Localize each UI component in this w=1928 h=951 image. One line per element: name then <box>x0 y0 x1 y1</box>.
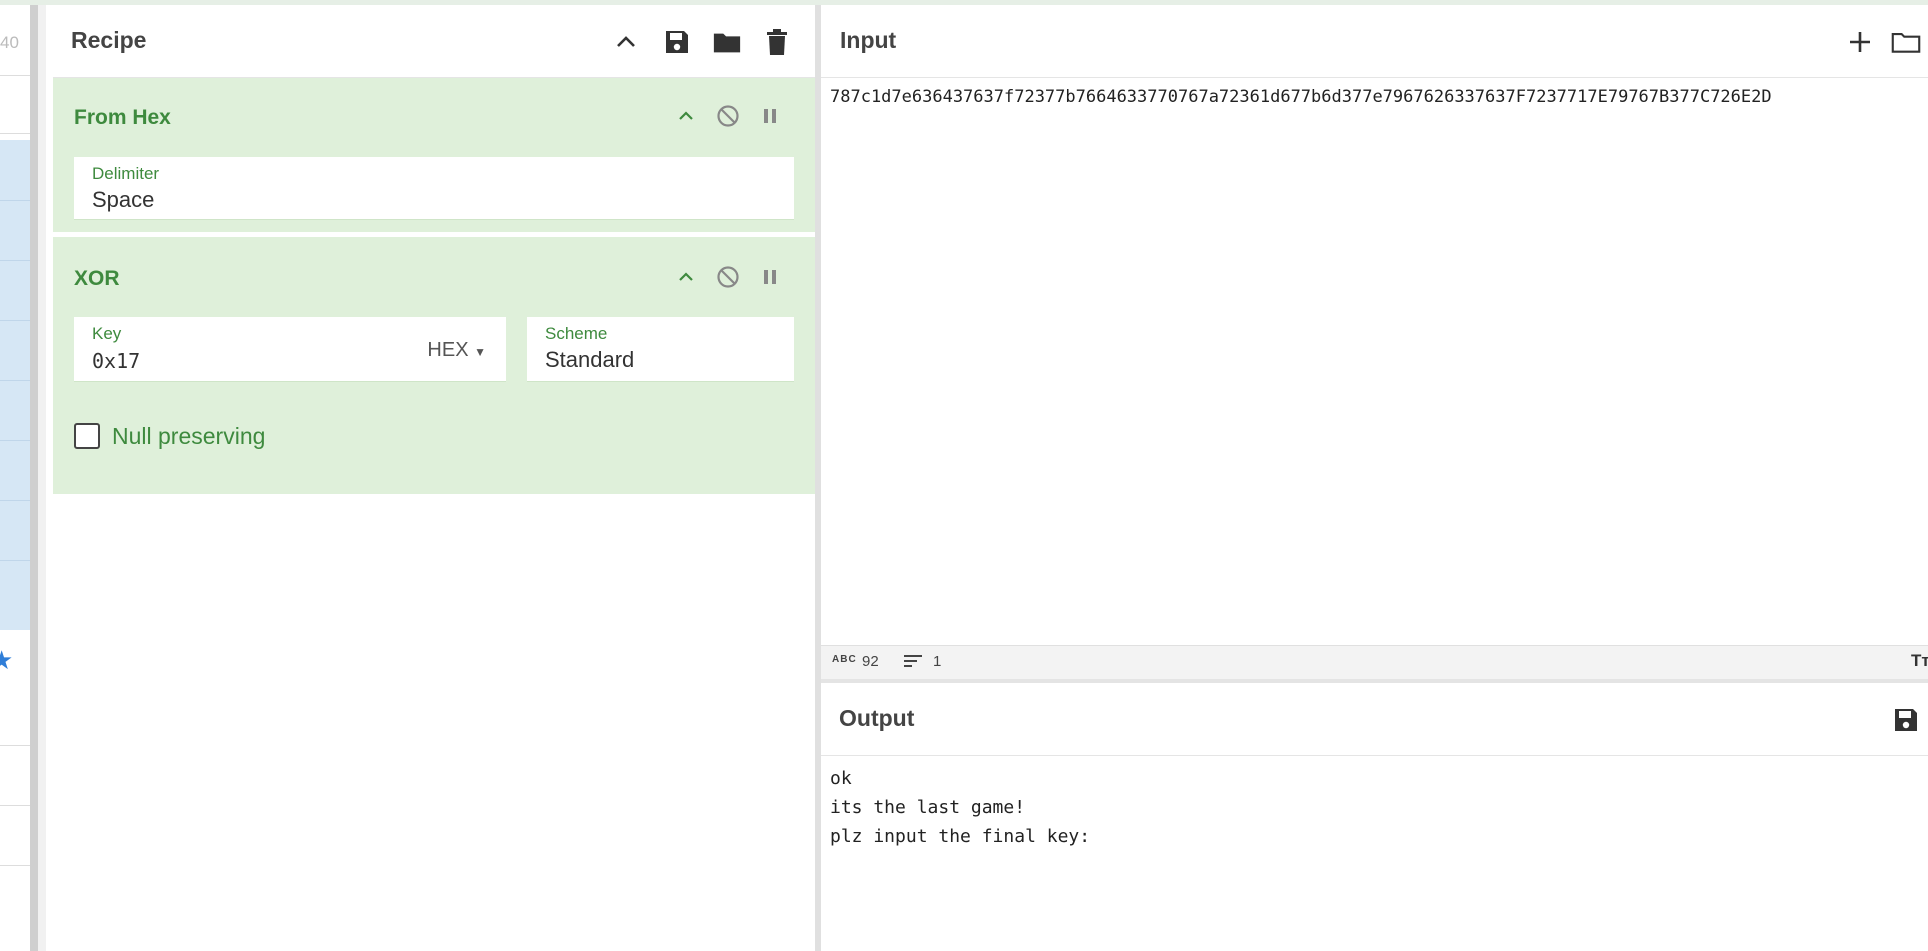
collapse-op-button[interactable] <box>673 264 699 290</box>
input-lines: 1 <box>933 653 942 670</box>
key-format-label: HEX <box>427 339 469 361</box>
pause-icon <box>764 109 776 123</box>
null-preserving-checkbox[interactable] <box>74 423 100 449</box>
null-preserving-label[interactable]: Null preserving <box>112 423 265 450</box>
save-output-button[interactable] <box>1891 705 1921 735</box>
disable-icon <box>717 266 739 288</box>
operation-from-hex[interactable]: From Hex Delimiter Space <box>53 78 815 232</box>
input-length: 92 <box>862 653 879 670</box>
folder-icon <box>1891 33 1921 53</box>
key-format-dropdown[interactable]: HEX ▼ <box>427 339 486 362</box>
pause-icon <box>764 270 776 284</box>
disable-op-button[interactable] <box>715 264 741 290</box>
output-header: Output <box>821 683 1928 756</box>
chevron-up-icon <box>679 111 693 120</box>
save-icon <box>1895 709 1917 731</box>
length-icon: ABC <box>832 654 857 665</box>
chevron-up-icon <box>679 272 693 281</box>
trash-icon <box>767 29 787 55</box>
field-label: Delimiter <box>92 164 160 183</box>
recipe-panel: Recipe From Hex Delimiter Space XOR Key … <box>53 5 815 951</box>
lines-icon <box>903 652 923 670</box>
save-icon <box>666 31 688 53</box>
open-file-button[interactable] <box>1891 27 1921 57</box>
load-recipe-button[interactable] <box>712 27 742 57</box>
divider <box>0 133 30 134</box>
breakpoint-button[interactable] <box>757 103 783 129</box>
list-item[interactable] <box>0 500 30 501</box>
output-line: ok <box>830 768 852 789</box>
field-label: Key <box>92 324 122 343</box>
collapse-all-button[interactable] <box>611 27 641 57</box>
divider <box>0 805 30 806</box>
key-field[interactable]: Key 0x17 HEX ▼ <box>74 317 506 382</box>
save-recipe-button[interactable] <box>662 27 692 57</box>
list-item[interactable] <box>0 560 30 561</box>
list-item[interactable] <box>0 320 30 321</box>
chevron-up-icon <box>617 36 635 47</box>
input-title: Input <box>840 27 897 53</box>
divider <box>0 745 30 746</box>
delimiter-field[interactable]: Delimiter Space <box>74 157 794 220</box>
divider <box>0 75 30 76</box>
star-icon[interactable]: ★ <box>0 645 13 676</box>
delimiter-value[interactable]: Space <box>92 187 154 213</box>
list-item[interactable] <box>0 380 30 381</box>
list-item[interactable] <box>0 200 30 201</box>
input-textarea[interactable]: 787c1d7e636437637f72377b7664633770767a72… <box>830 87 1772 107</box>
divider <box>0 865 30 866</box>
input-header: Input <box>821 5 1928 78</box>
clear-recipe-button[interactable] <box>762 27 792 57</box>
field-label: Scheme <box>545 324 608 343</box>
recipe-header: Recipe <box>53 5 815 78</box>
list-item[interactable] <box>0 440 30 441</box>
font-size-icon[interactable]: Tт <box>1911 651 1928 671</box>
output-panel: Output ok its the last game! plz input t… <box>821 683 1928 951</box>
disable-op-button[interactable] <box>715 103 741 129</box>
caret-down-icon: ▼ <box>474 345 486 359</box>
favourites-list[interactable] <box>0 140 30 630</box>
input-status-bar: ABC 92 1 Tт <box>821 645 1928 680</box>
list-item[interactable] <box>0 260 30 261</box>
output-line: its the last game! <box>830 797 1026 818</box>
operations-count: 40 <box>0 33 19 52</box>
breakpoint-button[interactable] <box>757 264 783 290</box>
scheme-field[interactable]: Scheme Standard <box>527 317 794 382</box>
folder-icon <box>713 33 741 53</box>
collapse-op-button[interactable] <box>673 103 699 129</box>
operations-list: 40 ★ <box>0 5 30 951</box>
plus-icon <box>1850 32 1870 52</box>
operation-title: XOR <box>74 267 120 290</box>
add-input-tab-button[interactable] <box>1845 27 1875 57</box>
key-input[interactable]: 0x17 <box>92 349 140 373</box>
recipe-title: Recipe <box>71 27 147 53</box>
input-panel: Input 787c1d7e636437637f72377b7664633770… <box>821 5 1928 680</box>
panel-resize-gutter-inner <box>38 5 46 951</box>
operation-xor[interactable]: XOR Key 0x17 HEX ▼ Scheme Standard <box>53 237 815 494</box>
disable-icon <box>717 105 739 127</box>
operation-title: From Hex <box>74 106 171 129</box>
output-title: Output <box>839 705 915 731</box>
output-line: plz input the final key: <box>830 826 1091 847</box>
scheme-value[interactable]: Standard <box>545 347 634 373</box>
